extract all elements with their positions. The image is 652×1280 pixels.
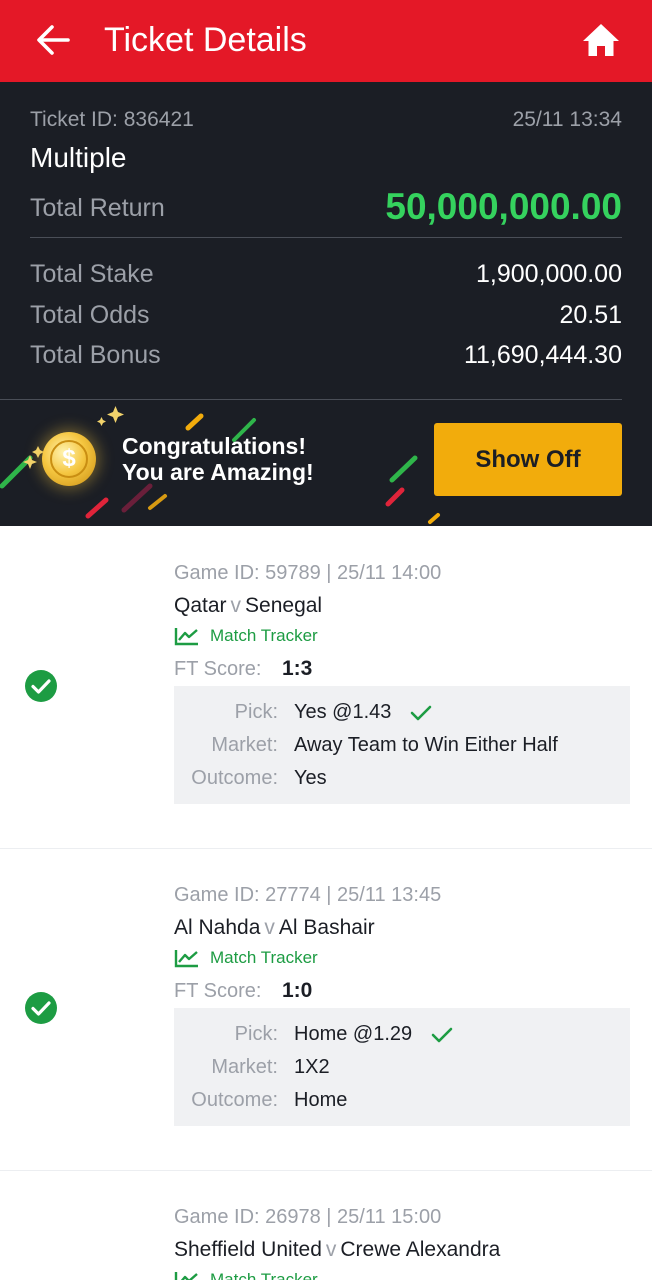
- market-value: 1X2: [294, 1056, 330, 1078]
- total-return-label: Total Return: [30, 194, 165, 222]
- ft-score-value: 1:3: [282, 657, 313, 680]
- back-button[interactable]: [34, 22, 74, 58]
- coin-icon: $: [42, 432, 96, 486]
- ft-score-label: FT Score:: [174, 980, 262, 1002]
- page-title: Ticket Details: [104, 21, 307, 59]
- outcome-value: Home: [294, 1089, 348, 1111]
- ft-score-value: 1:0: [282, 979, 313, 1002]
- check-icon: [431, 1027, 453, 1043]
- pick-label: Pick:: [234, 701, 278, 723]
- ft-score-label: FT Score:: [174, 658, 262, 680]
- coin-symbol: $: [50, 440, 88, 478]
- arrow-left-icon: [37, 25, 70, 55]
- teams: Qatar v Senegal: [174, 594, 322, 618]
- match-tracker-label: Match Tracker: [210, 948, 318, 967]
- pick-value: Yes @1.43: [294, 701, 433, 724]
- teams: Al Nahda v Al Bashair: [174, 916, 375, 940]
- match-tracker-link[interactable]: Match Tracker: [174, 1268, 318, 1280]
- market-label: Market:: [211, 734, 278, 756]
- pick-text: Yes @1.43: [294, 701, 392, 723]
- game-card: Game ID: 26978 | 25/11 15:00 Sheffield U…: [0, 1170, 652, 1280]
- total-odds-value: 20.51: [559, 301, 622, 329]
- game-meta: Game ID: 59789 | 25/11 14:00: [174, 562, 442, 584]
- pick-value: Home @1.29: [294, 1023, 454, 1046]
- pick-label: Pick:: [234, 1023, 278, 1045]
- app-header: Ticket Details: [0, 0, 652, 82]
- total-return-value: 50,000,000.00: [385, 186, 622, 227]
- chart-line-icon: [174, 628, 198, 646]
- match-tracker-link[interactable]: Match Tracker: [174, 624, 318, 648]
- match-tracker-link[interactable]: Match Tracker: [174, 946, 318, 970]
- outcome-label: Outcome:: [191, 767, 278, 789]
- show-off-button[interactable]: Show Off: [434, 423, 622, 496]
- check-circle-icon: [25, 992, 57, 1024]
- game-meta: Game ID: 27774 | 25/11 13:45: [174, 884, 442, 906]
- market-value: Away Team to Win Either Half: [294, 734, 558, 756]
- congrats-line-1: Congratulations!: [122, 433, 306, 459]
- ticket-timestamp: 25/11 13:34: [512, 108, 622, 131]
- coin-icon: [34, 505, 104, 526]
- home-team: Qatar: [174, 594, 227, 617]
- total-stake-value: 1,900,000.00: [476, 260, 622, 288]
- ticket-summary: Ticket ID: 836421 25/11 13:34 Multiple T…: [0, 82, 652, 526]
- match-tracker-label: Match Tracker: [210, 626, 318, 645]
- market-label: Market:: [211, 1056, 278, 1078]
- away-team: Al Bashair: [278, 916, 375, 939]
- congrats-text: Congratulations! You are Amazing!: [122, 433, 314, 485]
- total-bonus-label: Total Bonus: [30, 341, 161, 369]
- check-circle-icon: [25, 670, 57, 702]
- home-team: Sheffield United: [174, 1238, 322, 1261]
- bet-detail-box: Pick: Home @1.29 Market: 1X2 Outcome: Ho…: [174, 1008, 630, 1126]
- outcome-value: Yes: [294, 767, 327, 789]
- away-team: Crewe Alexandra: [340, 1238, 501, 1261]
- bet-detail-box: Pick: Yes @1.43 Market: Away Team to Win…: [174, 686, 630, 804]
- game-card: Game ID: 59789 | 25/11 14:00 Qatar v Seneg…: [0, 526, 652, 848]
- total-bonus-value: 11,690,444.30: [463, 341, 622, 369]
- total-odds-label: Total Odds: [30, 301, 150, 329]
- bet-type: Multiple: [30, 142, 127, 173]
- versus-separator: v: [325, 1238, 337, 1261]
- congrats-line-2: You are Amazing!: [122, 459, 314, 485]
- check-icon: [410, 705, 432, 721]
- game-card: Game ID: 27774 | 25/11 13:45 Al Nahda v Al…: [0, 848, 652, 1170]
- match-tracker-label: Match Tracker: [210, 1270, 318, 1280]
- congrats-banner: $ Congratulations! You are Amazing! Show…: [0, 400, 652, 526]
- home-icon: [583, 24, 619, 56]
- home-team: Al Nahda: [174, 916, 261, 939]
- pick-text: Home @1.29: [294, 1023, 413, 1045]
- divider: [30, 237, 622, 238]
- versus-separator: v: [230, 594, 242, 617]
- teams: Sheffield United v Crewe Alexandra: [174, 1238, 500, 1262]
- ticket-id: Ticket ID: 836421: [30, 108, 194, 131]
- versus-separator: v: [264, 916, 275, 939]
- outcome-label: Outcome:: [191, 1089, 278, 1111]
- chart-line-icon: [174, 1272, 198, 1280]
- home-button[interactable]: [580, 20, 622, 60]
- game-meta: Game ID: 26978 | 25/11 15:00: [174, 1206, 442, 1228]
- total-stake-label: Total Stake: [30, 260, 154, 288]
- chart-line-icon: [174, 950, 198, 968]
- away-team: Senegal: [245, 594, 323, 617]
